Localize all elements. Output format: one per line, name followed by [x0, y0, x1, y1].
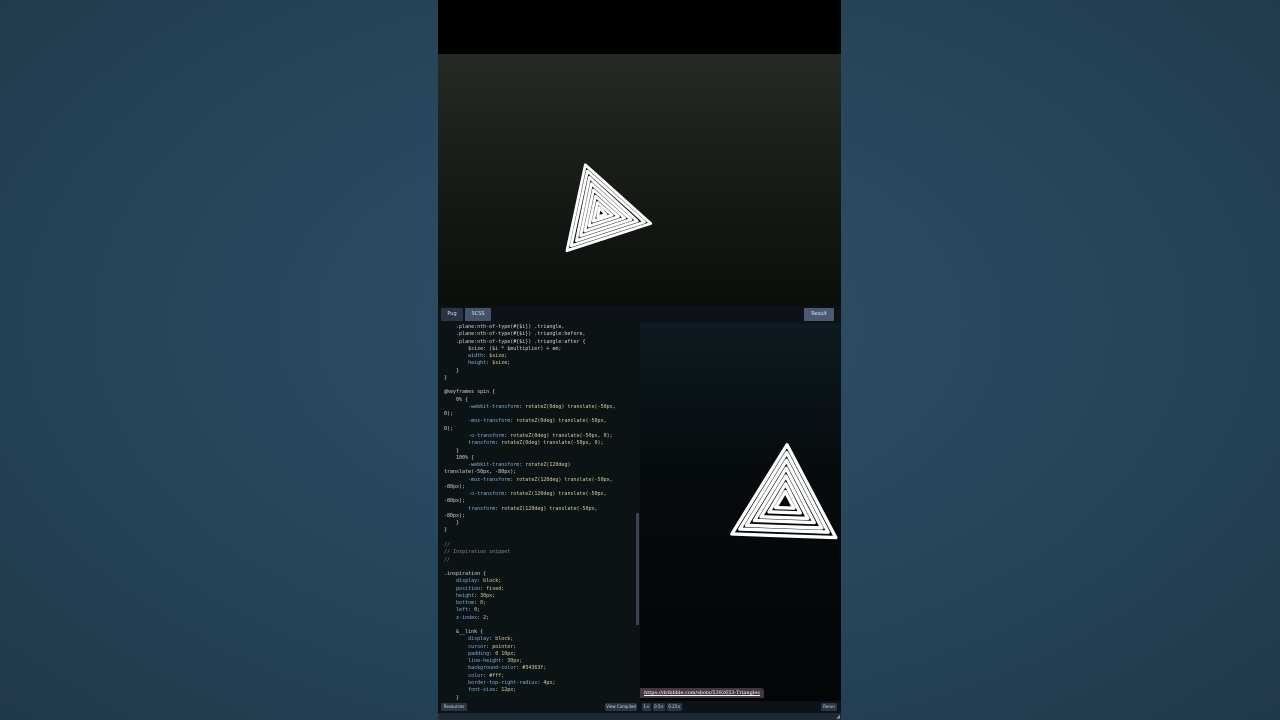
tab-pug[interactable]: Pug	[441, 308, 463, 321]
code-line: font-size: 12px;	[468, 687, 517, 694]
code-line: height: 30px;	[456, 592, 496, 599]
code-line: transform: rotateZ(0deg) translate(-50px…	[468, 440, 604, 447]
code-line: }	[444, 367, 460, 374]
view-compiled-button[interactable]: View Compiled	[605, 703, 637, 711]
result-pane	[640, 323, 841, 701]
code-line: // Inspiration snippet	[444, 549, 511, 556]
zoom-025x-button[interactable]: 0.25×	[667, 703, 682, 711]
inspiration-link[interactable]: https://dribbble.com/shots/5392653-Trian…	[640, 688, 764, 698]
code-line: -80px);	[444, 512, 466, 519]
code-line: transform: rotateZ(120deg) translate(-50…	[468, 505, 598, 512]
code-line: display: block;	[468, 636, 514, 643]
code-line: z-index: 2;	[456, 614, 490, 621]
code-line: -80px);	[444, 483, 466, 490]
tab-scss[interactable]: SCSS	[465, 308, 491, 321]
code-line: }	[444, 520, 460, 527]
code-line: .inspiration {	[444, 571, 487, 578]
code-line: -80px);	[444, 498, 466, 505]
preview-top	[438, 54, 841, 306]
spiral-triangle-result	[730, 443, 838, 540]
code-line: background-color: #34363f;	[468, 665, 547, 672]
code-line: //	[444, 541, 451, 548]
code-line: width: $size;	[468, 353, 508, 360]
code-line: }	[444, 527, 448, 534]
editor-scrollbar[interactable]	[636, 513, 639, 625]
code-line: display: block;	[456, 578, 502, 585]
code-line: -moz-transform: rotateZ(0deg) translate(…	[468, 418, 607, 425]
code-line: -moz-transform: rotateZ(120deg) translat…	[468, 476, 613, 483]
code-line: @keyframes spin {	[444, 389, 496, 396]
code-line: //	[444, 556, 451, 563]
zoom-05x-button[interactable]: 0.5×	[653, 703, 665, 711]
code-line: .plane:nth-of-type(#{$i}) .triangle:befo…	[444, 331, 586, 338]
code-line: .plane:nth-of-type(#{$i}) .triangle:afte…	[444, 338, 586, 345]
code-line: -o-transform: rotateZ(0deg) translate(-5…	[468, 432, 613, 439]
code-line: border-top-right-radius: 4px;	[468, 680, 556, 687]
code-line: bottom: 0;	[456, 600, 487, 607]
result-tab[interactable]: Result	[804, 308, 834, 321]
code-line: 100% {	[444, 454, 475, 461]
code-line: $size: ($i * $multiplier) + em;	[444, 345, 562, 352]
code-line: color: #fff;	[468, 672, 505, 679]
resize-grip-icon[interactable]: ◢	[835, 714, 841, 720]
rerun-button[interactable]: Rerun	[821, 703, 837, 711]
code-line: 0);	[444, 425, 454, 432]
code-lines: .plane:nth-of-type(#{$i}) .triangle, .pl…	[444, 324, 634, 701]
code-line: -o-transform: rotateZ(120deg) translate(…	[468, 491, 607, 498]
code-line: 0% {	[444, 396, 469, 403]
spiral-triangle-top	[565, 163, 653, 253]
bottom-strip: ◢	[438, 713, 841, 720]
code-line: translate(-50px, -80px);	[444, 469, 517, 476]
code-line: position: fixed;	[456, 585, 505, 592]
code-line: left: 0;	[456, 607, 481, 614]
code-line: }	[444, 447, 460, 454]
code-line: height: $size;	[468, 360, 511, 367]
code-line: &__link {	[444, 629, 484, 636]
resources-button[interactable]: Resources	[441, 703, 467, 711]
video-frame: Pug SCSS Result .plane:nth-of-type(#{$i}…	[438, 0, 841, 720]
zoom-1x-button[interactable]: 1×	[642, 703, 651, 711]
editor-toolbar: Pug SCSS Result	[438, 306, 841, 323]
code-line: cursor: pointer;	[468, 643, 517, 650]
code-line: }	[444, 374, 448, 381]
code-line: line-height: 30px;	[468, 658, 523, 665]
code-line: -webkit-transform: rotateZ(120deg)	[468, 462, 571, 469]
scss-code-editor[interactable]: .plane:nth-of-type(#{$i}) .triangle, .pl…	[438, 323, 640, 701]
code-line: .plane:nth-of-type(#{$i}) .triangle,	[444, 324, 565, 330]
code-line: padding: 0 10px;	[468, 650, 517, 657]
bottom-bar: Resources View Compiled 1× 0.5× 0.25× Re…	[438, 701, 841, 713]
code-line: 0);	[444, 411, 454, 418]
code-line: -webkit-transform: rotateZ(0deg) transla…	[468, 403, 616, 410]
